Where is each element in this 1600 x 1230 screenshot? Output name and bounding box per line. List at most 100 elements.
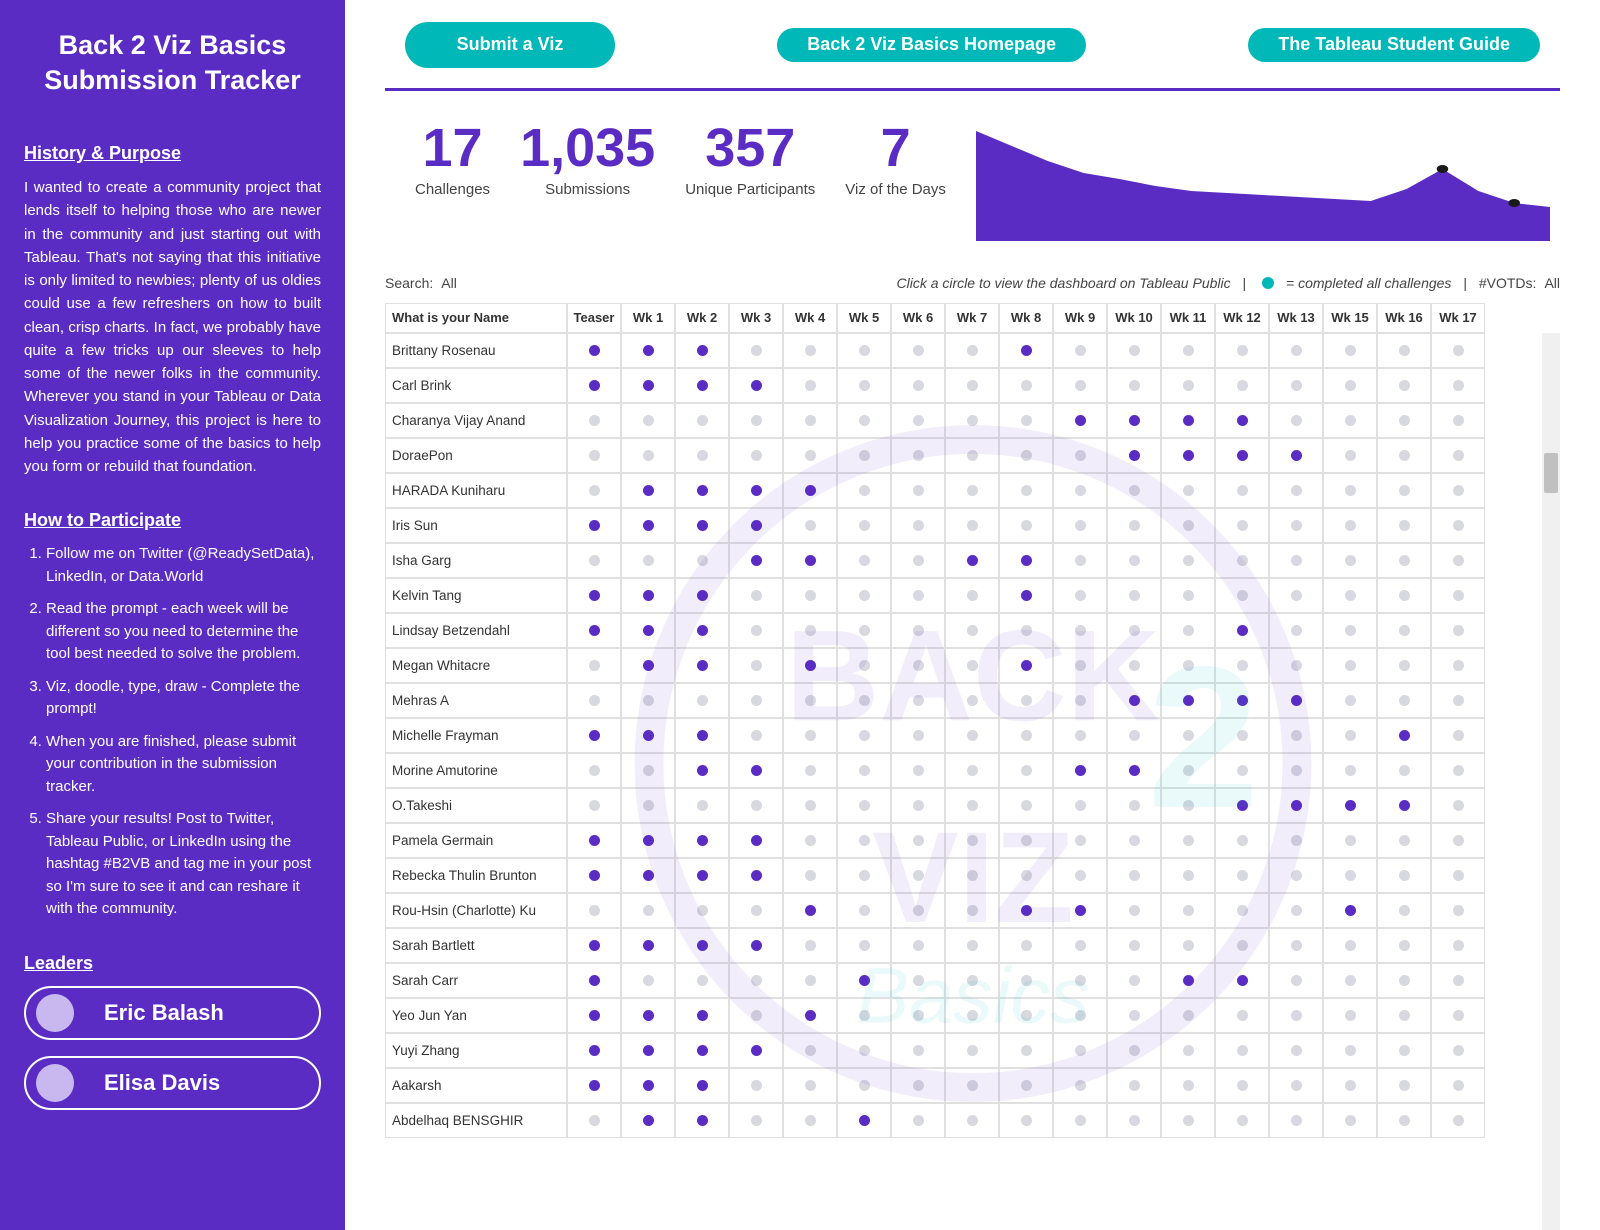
table-cell[interactable] bbox=[1377, 508, 1431, 543]
dot-empty-icon[interactable] bbox=[805, 800, 816, 811]
table-cell[interactable] bbox=[1161, 998, 1215, 1033]
table-cell[interactable] bbox=[1323, 473, 1377, 508]
dot-empty-icon[interactable] bbox=[1291, 835, 1302, 846]
dot-empty-icon[interactable] bbox=[1183, 485, 1194, 496]
dot-empty-icon[interactable] bbox=[913, 450, 924, 461]
dot-filled-icon[interactable] bbox=[589, 975, 600, 986]
table-cell[interactable] bbox=[783, 858, 837, 893]
dot-filled-icon[interactable] bbox=[643, 1080, 654, 1091]
table-cell[interactable] bbox=[675, 613, 729, 648]
dot-empty-icon[interactable] bbox=[1237, 1080, 1248, 1091]
table-cell[interactable] bbox=[1269, 683, 1323, 718]
table-cell[interactable] bbox=[891, 438, 945, 473]
sparkline-chart[interactable] bbox=[976, 121, 1550, 241]
table-cell[interactable] bbox=[675, 753, 729, 788]
table-cell[interactable] bbox=[1107, 578, 1161, 613]
table-cell[interactable] bbox=[621, 963, 675, 998]
table-cell[interactable] bbox=[1053, 858, 1107, 893]
table-cell[interactable] bbox=[1161, 893, 1215, 928]
table-cell[interactable] bbox=[675, 788, 729, 823]
table-cell[interactable] bbox=[1215, 473, 1269, 508]
table-cell[interactable] bbox=[675, 333, 729, 368]
table-cell[interactable] bbox=[1431, 963, 1485, 998]
table-cell[interactable] bbox=[1269, 858, 1323, 893]
dot-filled-icon[interactable] bbox=[697, 835, 708, 846]
table-cell[interactable] bbox=[567, 963, 621, 998]
dot-filled-icon[interactable] bbox=[1237, 975, 1248, 986]
dot-empty-icon[interactable] bbox=[1021, 940, 1032, 951]
table-cell[interactable] bbox=[783, 823, 837, 858]
dot-empty-icon[interactable] bbox=[913, 975, 924, 986]
dot-empty-icon[interactable] bbox=[1183, 660, 1194, 671]
dot-empty-icon[interactable] bbox=[1129, 555, 1140, 566]
table-cell[interactable] bbox=[945, 823, 999, 858]
dot-empty-icon[interactable] bbox=[1021, 520, 1032, 531]
table-cell[interactable] bbox=[945, 438, 999, 473]
dot-empty-icon[interactable] bbox=[805, 345, 816, 356]
dot-empty-icon[interactable] bbox=[1075, 520, 1086, 531]
table-cell[interactable] bbox=[621, 508, 675, 543]
dot-empty-icon[interactable] bbox=[967, 765, 978, 776]
dot-empty-icon[interactable] bbox=[1345, 590, 1356, 601]
table-cell[interactable] bbox=[675, 438, 729, 473]
table-cell[interactable] bbox=[1161, 543, 1215, 578]
dot-empty-icon[interactable] bbox=[1075, 660, 1086, 671]
dot-empty-icon[interactable] bbox=[967, 975, 978, 986]
table-cell[interactable] bbox=[1053, 753, 1107, 788]
table-cell[interactable] bbox=[675, 718, 729, 753]
dot-empty-icon[interactable] bbox=[859, 660, 870, 671]
dot-filled-icon[interactable] bbox=[697, 1010, 708, 1021]
table-cell[interactable] bbox=[1377, 368, 1431, 403]
table-row-name[interactable]: Charanya Vijay Anand bbox=[385, 403, 567, 438]
dot-empty-icon[interactable] bbox=[1237, 1115, 1248, 1126]
dot-empty-icon[interactable] bbox=[1075, 345, 1086, 356]
table-cell[interactable] bbox=[999, 578, 1053, 613]
table-cell[interactable] bbox=[1215, 823, 1269, 858]
dot-filled-icon[interactable] bbox=[697, 1080, 708, 1091]
dot-empty-icon[interactable] bbox=[913, 485, 924, 496]
table-cell[interactable] bbox=[567, 473, 621, 508]
dot-empty-icon[interactable] bbox=[859, 345, 870, 356]
table-cell[interactable] bbox=[567, 1068, 621, 1103]
dot-filled-icon[interactable] bbox=[643, 590, 654, 601]
table-cell[interactable] bbox=[891, 718, 945, 753]
dot-empty-icon[interactable] bbox=[1399, 380, 1410, 391]
table-cell[interactable] bbox=[783, 893, 837, 928]
dot-empty-icon[interactable] bbox=[1075, 870, 1086, 881]
table-row-name[interactable]: Iris Sun bbox=[385, 508, 567, 543]
dot-filled-icon[interactable] bbox=[967, 555, 978, 566]
table-row-name[interactable]: Brittany Rosenau bbox=[385, 333, 567, 368]
dot-empty-icon[interactable] bbox=[589, 450, 600, 461]
table-cell[interactable] bbox=[837, 648, 891, 683]
table-row-name[interactable]: Pamela Germain bbox=[385, 823, 567, 858]
table-cell[interactable] bbox=[1431, 508, 1485, 543]
dot-filled-icon[interactable] bbox=[751, 555, 762, 566]
dot-empty-icon[interactable] bbox=[1453, 1010, 1464, 1021]
dot-empty-icon[interactable] bbox=[1237, 380, 1248, 391]
table-cell[interactable] bbox=[1323, 858, 1377, 893]
table-cell[interactable] bbox=[567, 333, 621, 368]
dot-empty-icon[interactable] bbox=[589, 415, 600, 426]
dot-empty-icon[interactable] bbox=[913, 415, 924, 426]
dot-empty-icon[interactable] bbox=[1345, 1010, 1356, 1021]
dot-empty-icon[interactable] bbox=[967, 345, 978, 356]
table-cell[interactable] bbox=[783, 788, 837, 823]
table-cell[interactable] bbox=[999, 788, 1053, 823]
dot-empty-icon[interactable] bbox=[1075, 450, 1086, 461]
dot-empty-icon[interactable] bbox=[1345, 730, 1356, 741]
dot-empty-icon[interactable] bbox=[967, 800, 978, 811]
table-cell[interactable] bbox=[1053, 473, 1107, 508]
table-cell[interactable] bbox=[1053, 438, 1107, 473]
table-cell[interactable] bbox=[999, 858, 1053, 893]
table-cell[interactable] bbox=[999, 368, 1053, 403]
table-cell[interactable] bbox=[1269, 1033, 1323, 1068]
table-cell[interactable] bbox=[1215, 858, 1269, 893]
table-cell[interactable] bbox=[1215, 578, 1269, 613]
table-cell[interactable] bbox=[567, 613, 621, 648]
table-cell[interactable] bbox=[1431, 823, 1485, 858]
dot-empty-icon[interactable] bbox=[805, 1115, 816, 1126]
dot-filled-icon[interactable] bbox=[1075, 765, 1086, 776]
table-cell[interactable] bbox=[891, 648, 945, 683]
dot-empty-icon[interactable] bbox=[1237, 870, 1248, 881]
table-cell[interactable] bbox=[1053, 893, 1107, 928]
